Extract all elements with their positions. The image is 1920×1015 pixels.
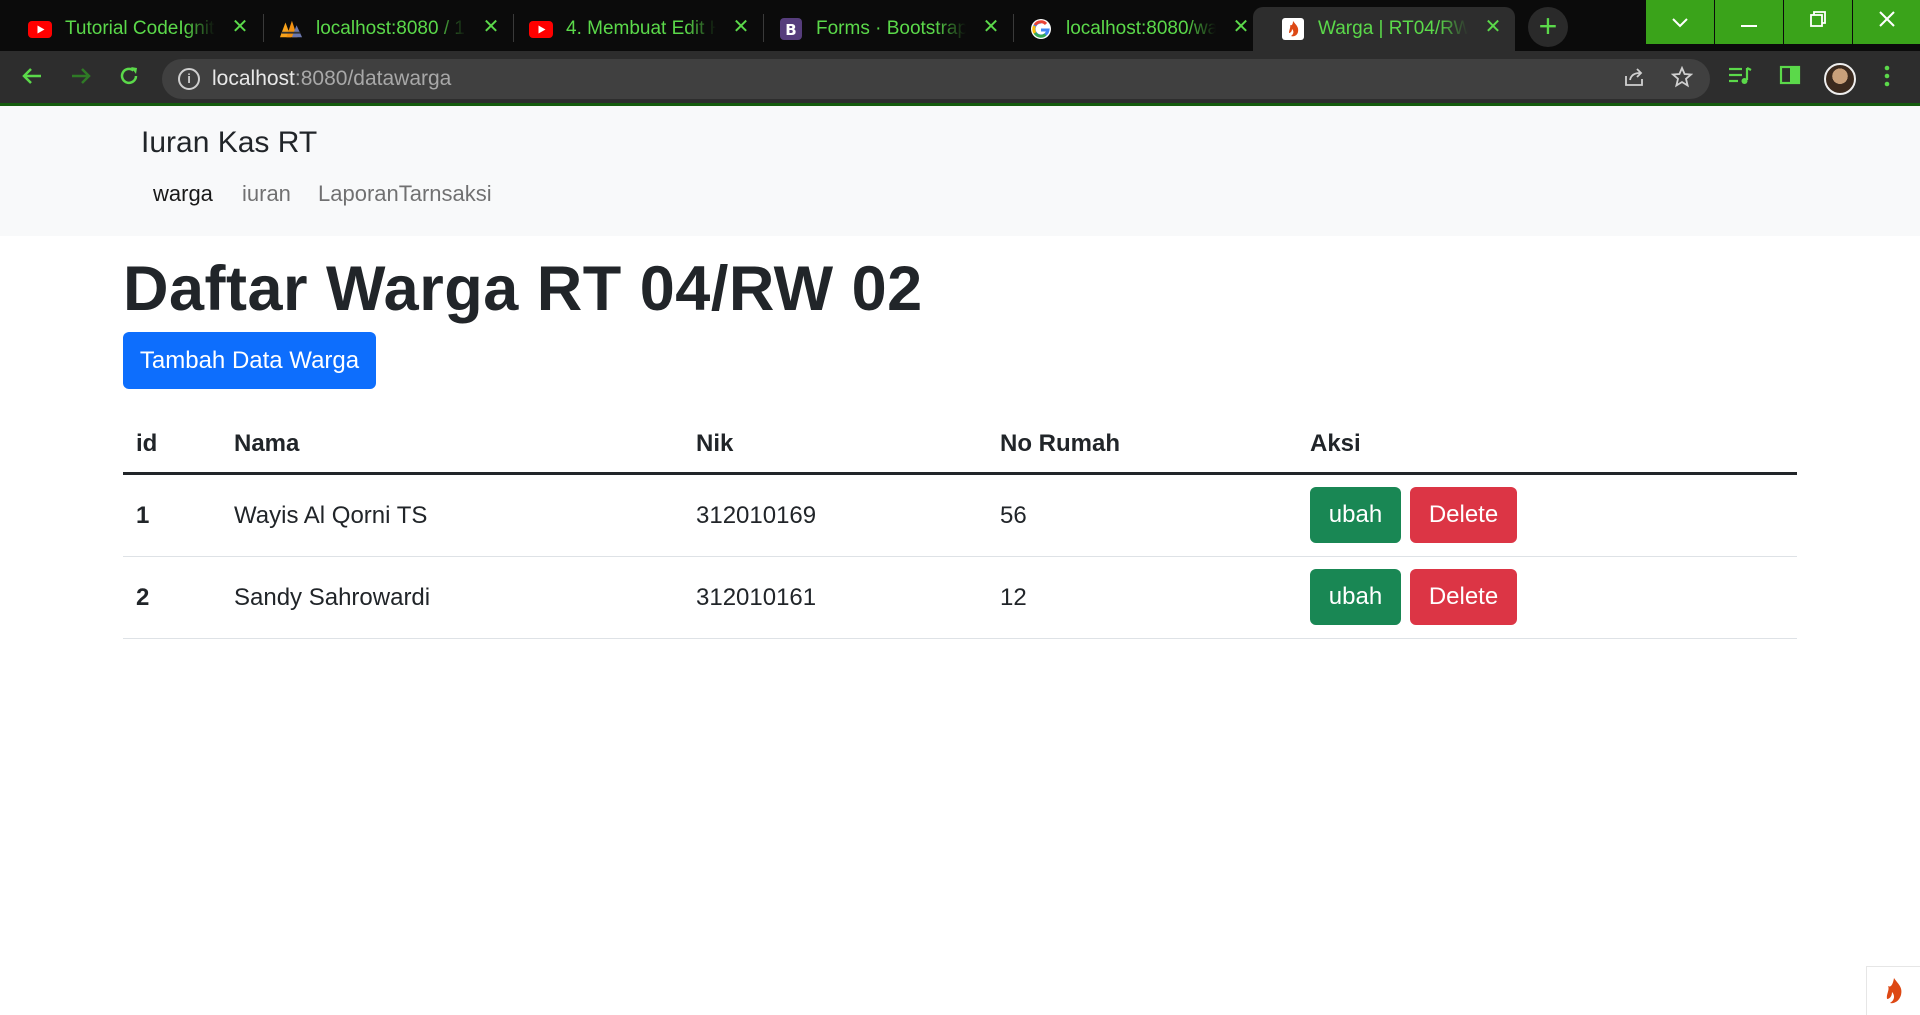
url-text[interactable]: localhost:8080/datawarga [212, 67, 451, 91]
cell-no-rumah: 12 [1000, 584, 1027, 611]
media-playlist-icon[interactable] [1725, 64, 1755, 94]
column-header-no-rumah: No Rumah [1000, 430, 1120, 457]
address-bar[interactable]: i localhost:8080/datawarga [162, 59, 1710, 99]
add-warga-button[interactable]: Tambah Data Warga [123, 332, 376, 389]
column-header-nama: Nama [234, 430, 300, 457]
column-header-nik: Nik [696, 430, 734, 457]
table-row: 2 Sandy Sahrowardi 312010161 12 ubah Del… [123, 557, 1797, 639]
column-header-id: id [136, 430, 158, 457]
bootstrap-icon: B [779, 18, 803, 40]
tab-search-chevron-icon[interactable] [1646, 0, 1714, 44]
nav-link-warga[interactable]: warga [153, 181, 213, 207]
edit-button[interactable]: ubah [1310, 487, 1401, 543]
codeigniter-icon [1281, 18, 1305, 40]
codeigniter-debug-toolbar-icon[interactable] [1866, 966, 1920, 1015]
browser-tab-active[interactable]: Warga | RT04/RW02 ✕ [1253, 7, 1515, 51]
phpmyadmin-icon [279, 19, 303, 39]
navbar-brand[interactable]: Iuran Kas RT [141, 126, 317, 160]
column-header-aksi: Aksi [1310, 430, 1361, 457]
close-tab-icon[interactable]: ✕ [228, 15, 252, 39]
youtube-icon [529, 19, 553, 39]
delete-button[interactable]: Delete [1410, 569, 1517, 625]
share-icon[interactable] [1621, 66, 1647, 92]
svg-text:B: B [785, 21, 796, 39]
nav-link-iuran[interactable]: iuran [242, 181, 291, 207]
table-header: id Nama Nik No Rumah Aksi [123, 418, 1797, 475]
cell-id: 1 [136, 502, 150, 529]
site-navbar: Iuran Kas RT warga iuran LaporanTarnsaks… [0, 106, 1920, 236]
side-panel-icon[interactable] [1775, 64, 1805, 94]
bookmark-star-icon[interactable] [1669, 65, 1695, 92]
youtube-icon [28, 19, 52, 39]
cell-nama: Wayis Al Qorni TS [234, 502, 428, 529]
close-tab-icon[interactable]: ✕ [729, 15, 753, 39]
google-icon [1029, 19, 1053, 39]
cell-nik: 312010161 [696, 584, 817, 611]
browser-tab-strip: Tutorial CodeIgniter ✕ localhost:8080 / … [0, 0, 1920, 51]
browser-tab[interactable]: 4. Membuat Edit Halaman ✕ [501, 7, 763, 51]
close-tab-icon[interactable]: ✕ [1229, 15, 1253, 39]
more-menu-icon[interactable] [1872, 64, 1902, 94]
nav-link-laporan-transaksi[interactable]: LaporanTarnsaksi [318, 181, 492, 207]
browser-tab[interactable]: B Forms · Bootstrap v5 ✕ [751, 7, 1013, 51]
restore-button[interactable] [1784, 0, 1852, 44]
browser-toolbar: i localhost:8080/datawarga [0, 51, 1920, 106]
close-window-button[interactable] [1853, 0, 1920, 44]
close-tab-icon[interactable]: ✕ [479, 15, 503, 39]
page-title: Daftar Warga RT 04/RW 02 [123, 254, 923, 324]
close-tab-icon[interactable]: ✕ [1481, 15, 1505, 39]
table-row: 1 Wayis Al Qorni TS 312010169 56 ubah De… [123, 475, 1797, 557]
forward-arrow-icon[interactable] [64, 62, 98, 96]
profile-avatar[interactable] [1824, 63, 1856, 95]
back-arrow-icon[interactable] [15, 62, 49, 96]
browser-tab[interactable]: Tutorial CodeIgniter ✕ [0, 7, 262, 51]
cell-nik: 312010169 [696, 502, 817, 529]
close-tab-icon[interactable]: ✕ [979, 15, 1003, 39]
cell-id: 2 [136, 584, 150, 611]
warga-table: id Nama Nik No Rumah Aksi 1 Wayis Al Qor… [123, 418, 1797, 639]
browser-tab[interactable]: localhost:8080 / 127 ✕ [251, 7, 513, 51]
edit-button[interactable]: ubah [1310, 569, 1401, 625]
cell-no-rumah: 56 [1000, 502, 1027, 529]
browser-tab[interactable]: localhost:8080/warga ✕ [1001, 7, 1263, 51]
delete-button[interactable]: Delete [1410, 487, 1517, 543]
new-tab-button[interactable]: + [1528, 7, 1568, 47]
cell-nama: Sandy Sahrowardi [234, 584, 431, 611]
minimize-button[interactable] [1715, 0, 1783, 44]
reload-icon[interactable] [112, 62, 146, 96]
site-info-icon[interactable]: i [178, 68, 200, 90]
